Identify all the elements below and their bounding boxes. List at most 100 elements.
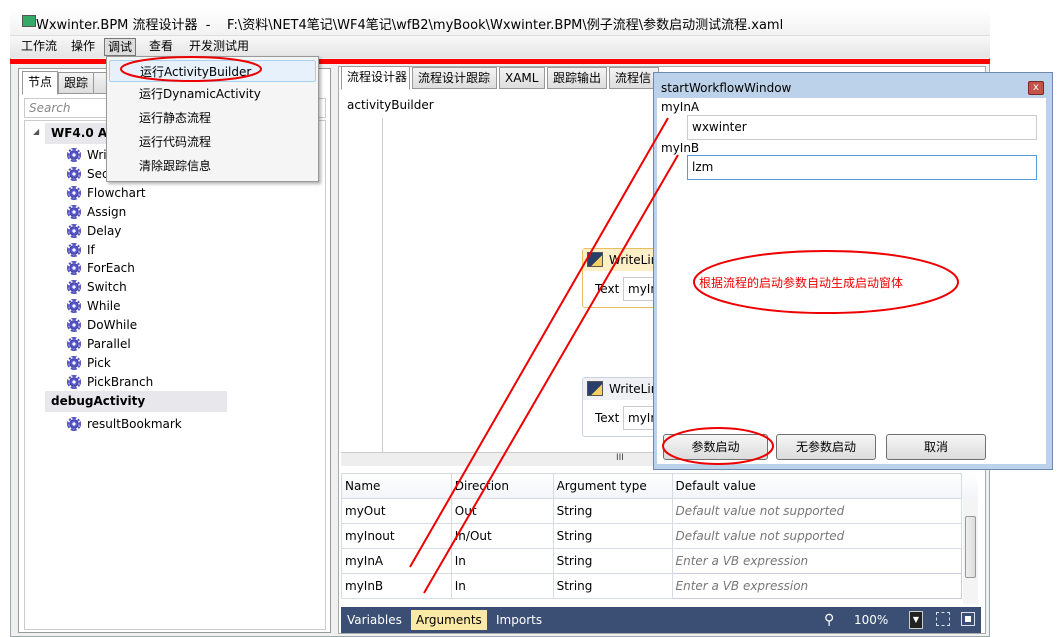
- menu-item-run-dynamicactivity[interactable]: 运行DynamicActivity: [109, 83, 316, 105]
- toolbox-item[interactable]: Pick: [67, 354, 111, 372]
- designer-status-bar: Variables Arguments Imports ⚲ 100% ▼: [341, 607, 981, 633]
- app-icon: [22, 15, 36, 27]
- direction-cell[interactable]: In: [450, 548, 554, 574]
- direction-cell[interactable]: In/Out: [450, 523, 554, 549]
- breadcrumb[interactable]: activityBuilder: [347, 98, 434, 112]
- toolbox-item-label: Wri: [87, 148, 107, 162]
- start-with-params-button[interactable]: 参数启动: [663, 434, 768, 460]
- toolbox-tree: ◢ WF4.0 Ac Wri Seq Flowchart Assign Delay If F…: [24, 120, 326, 630]
- default-value-cell[interactable]: Enter a VB expression: [671, 548, 963, 574]
- menu-item-clear-tracking[interactable]: 清除跟踪信息: [109, 155, 316, 177]
- default-value-cell[interactable]: Default value not supported: [671, 523, 963, 549]
- toolbox-item[interactable]: Switch: [67, 278, 127, 296]
- gear-icon: [67, 204, 81, 219]
- menu-debug[interactable]: 调试: [104, 38, 137, 56]
- field-label: myInB: [661, 141, 700, 155]
- tab-tracking[interactable]: 跟踪: [58, 72, 95, 94]
- gear-icon: [67, 299, 81, 314]
- toolbox-item[interactable]: resultBookmark: [67, 415, 182, 433]
- close-icon[interactable]: x: [1028, 81, 1044, 95]
- collapse-arrow-icon[interactable]: ◢: [33, 127, 39, 136]
- gear-icon: [67, 242, 81, 257]
- scroll-thumb[interactable]: [965, 516, 976, 578]
- default-value-cell[interactable]: Enter a VB expression: [671, 573, 963, 599]
- column-header[interactable]: Name: [341, 473, 452, 499]
- table-row[interactable]: myInB In String Enter a VB expression: [341, 573, 978, 599]
- gear-icon: [67, 355, 81, 370]
- name-cell[interactable]: myInA: [341, 548, 452, 574]
- myina-input[interactable]: wxwinter: [687, 115, 1037, 140]
- start-without-params-button[interactable]: 无参数启动: [776, 434, 876, 460]
- zoom-dropdown-icon[interactable]: ▼: [909, 611, 923, 629]
- toolbox-item[interactable]: Delay: [67, 222, 121, 240]
- scroll-grip[interactable]: III: [616, 453, 624, 463]
- menu-item-run-activitybuilder[interactable]: 运行ActivityBuilder: [109, 60, 316, 82]
- menu-view[interactable]: 查看: [146, 38, 176, 56]
- toolbox-item[interactable]: Seq: [67, 165, 110, 183]
- default-value-cell[interactable]: Default value not supported: [671, 498, 963, 524]
- tab-variables[interactable]: Variables: [342, 610, 407, 630]
- menu-operate[interactable]: 操作: [68, 38, 98, 56]
- fit-to-screen-icon[interactable]: [936, 612, 950, 626]
- tab-designer-1[interactable]: 流程设计跟踪: [412, 67, 497, 89]
- tab-designer-0[interactable]: 流程设计器: [341, 66, 410, 90]
- annotation-text: 根据流程的启动参数自动生成启动窗体: [699, 276, 904, 290]
- tab-designer-2[interactable]: XAML: [499, 67, 545, 89]
- toolbox-item-label: Delay: [87, 223, 122, 238]
- vertical-scrollbar[interactable]: [963, 498, 978, 604]
- tab-nodes[interactable]: 节点: [22, 71, 59, 95]
- column-header[interactable]: Default value: [671, 473, 963, 499]
- writeline-icon: [587, 252, 603, 267]
- gear-icon: [67, 337, 81, 351]
- direction-cell[interactable]: In: [450, 573, 554, 599]
- name-cell[interactable]: myInB: [341, 573, 452, 599]
- zoom-level[interactable]: 100%: [849, 610, 893, 630]
- tab-arguments[interactable]: Arguments: [411, 610, 487, 630]
- type-cell[interactable]: String: [552, 498, 673, 524]
- toolbox-item[interactable]: PickBranch: [67, 373, 153, 391]
- toolbox-item[interactable]: Wri: [67, 146, 107, 164]
- menu-item-run-static[interactable]: 运行静态流程: [109, 107, 316, 129]
- column-header[interactable]: Direction: [450, 473, 554, 499]
- tab-imports[interactable]: Imports: [491, 610, 547, 630]
- menu-item-run-code[interactable]: 运行代码流程: [109, 131, 316, 153]
- overview-icon[interactable]: [961, 612, 975, 626]
- menu-workflow[interactable]: 工作流: [18, 38, 60, 56]
- table-row[interactable]: myInA In String Enter a VB expression: [341, 548, 978, 574]
- cancel-button[interactable]: 取消: [886, 434, 986, 460]
- toolbox-item[interactable]: If: [67, 241, 95, 259]
- direction-cell[interactable]: Out: [450, 498, 554, 524]
- writeline-icon: [587, 381, 603, 396]
- tab-hidden[interactable]: [93, 72, 107, 94]
- table-row[interactable]: myInout In/Out String Default value not sup…: [341, 523, 978, 549]
- myinb-input[interactable]: lzm: [687, 155, 1037, 180]
- gear-icon: [67, 280, 81, 295]
- header-spacer: [961, 473, 978, 499]
- toolbox-item[interactable]: ForEach: [67, 259, 135, 277]
- zoom-icon[interactable]: ⚲: [819, 610, 839, 630]
- tab-designer-3[interactable]: 跟踪输出: [547, 67, 607, 89]
- gear-icon: [67, 185, 81, 200]
- toolbox-item[interactable]: Parallel: [67, 335, 131, 353]
- toolbox-item-label: Switch: [87, 280, 127, 295]
- column-header[interactable]: Argument type: [552, 473, 673, 499]
- type-cell[interactable]: String: [552, 573, 673, 599]
- table-row[interactable]: myOut Out String Default value not supporte…: [341, 498, 978, 524]
- toolbox-item[interactable]: Flowchart: [67, 184, 146, 202]
- toolbox-group[interactable]: debugActivity: [45, 391, 227, 412]
- toolbox-item-label: ForEach: [87, 261, 135, 276]
- toolbox-item-label: Flowchart: [87, 185, 146, 200]
- type-cell[interactable]: String: [552, 548, 673, 574]
- type-cell[interactable]: String: [552, 523, 673, 549]
- arguments-table: Name Direction Argument type Default val…: [341, 473, 978, 599]
- name-cell[interactable]: myOut: [341, 498, 452, 524]
- toolbox-item[interactable]: While: [67, 297, 121, 315]
- menu-dev-test[interactable]: 开发测试用: [186, 38, 252, 56]
- tab-designer-4[interactable]: 流程信: [609, 67, 659, 89]
- window-title: Wxwinter.BPM 流程设计器 - F:\资料\NET4笔记\WF4笔记\…: [36, 18, 784, 33]
- toolbox-item-label: DoWhile: [87, 318, 138, 333]
- toolbox-item[interactable]: DoWhile: [67, 316, 137, 334]
- name-cell[interactable]: myInout: [341, 523, 452, 549]
- toolbox-item[interactable]: Assign: [67, 203, 126, 221]
- gear-icon: [67, 318, 81, 333]
